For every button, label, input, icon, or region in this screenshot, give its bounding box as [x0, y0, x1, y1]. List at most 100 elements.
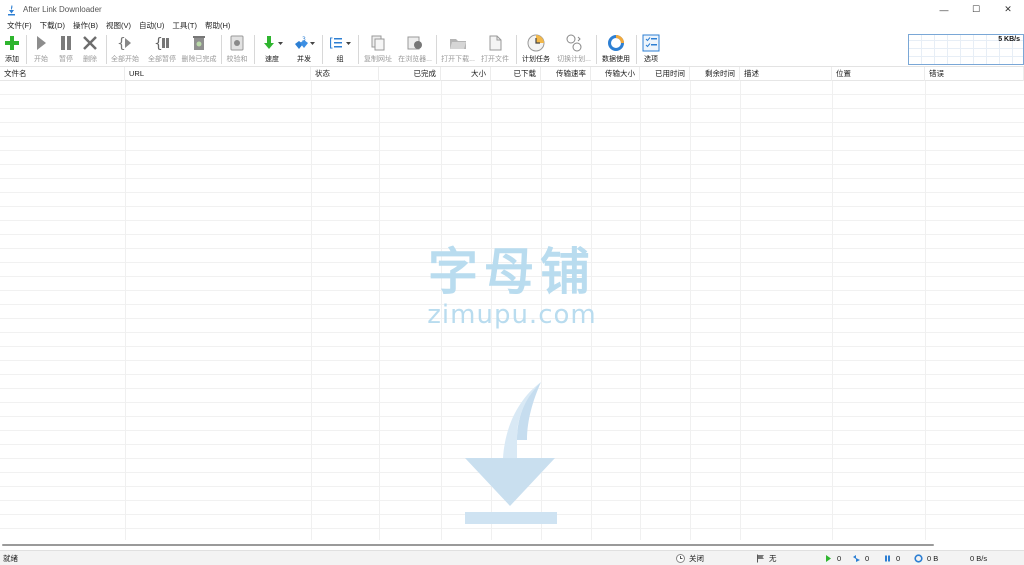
column-remaining-time[interactable]: 剩余时间: [690, 67, 740, 81]
svg-text:{: {: [117, 36, 126, 51]
switch-clock-icon: [563, 33, 585, 53]
toolbar-separator: [358, 35, 359, 64]
menu-operation[interactable]: 操作(B): [69, 20, 102, 31]
column-location[interactable]: 位置: [832, 67, 925, 81]
toolbar-separator: [322, 35, 323, 64]
toolbar-separator: [636, 35, 637, 64]
status-ready: 就绪: [3, 551, 18, 565]
data-usage-label: 数据使用: [602, 56, 630, 63]
status-data-usage: 0 B: [914, 551, 938, 565]
column-description[interactable]: 描述: [740, 67, 832, 81]
pause-all-icon: {: [151, 33, 173, 53]
status-scheduler[interactable]: 关闭: [676, 551, 704, 565]
options-checklist-icon: [640, 33, 662, 53]
scheduler-status-text: 关闭: [689, 554, 704, 563]
delete-completed-button[interactable]: 删除已完成: [180, 33, 218, 66]
grid-divider: [925, 81, 926, 540]
start-button[interactable]: 开始: [30, 33, 52, 66]
column-completed[interactable]: 已完成: [379, 67, 441, 81]
switch-schedule-label: 切换计划...: [557, 56, 591, 63]
open-file-button[interactable]: 打开文件: [479, 33, 511, 66]
download-arrow-icon: [261, 33, 283, 53]
menu-help[interactable]: 帮助(H): [201, 20, 234, 31]
switch-schedule-button[interactable]: 切换计划...: [555, 33, 593, 66]
scrollbar-thumb[interactable]: [2, 544, 934, 546]
start-all-label: 全部开始: [111, 56, 139, 63]
column-filename[interactable]: 文件名: [0, 67, 125, 81]
plus-icon: [1, 33, 23, 53]
column-elapsed-time[interactable]: 已用时间: [640, 67, 690, 81]
maximize-button[interactable]: ☐: [960, 0, 992, 19]
grid-divider: [640, 81, 641, 540]
download-list-header: 文件名 URL 状态 已完成 大小 已下载 传输速率 传输大小 已用时间 剩余时…: [0, 67, 1024, 81]
toolbar-separator: [596, 35, 597, 64]
toolbar-separator: [516, 35, 517, 64]
schedule-button[interactable]: 计划任务: [519, 33, 553, 66]
toolbar-separator: [436, 35, 437, 64]
browser-globe-icon: [404, 33, 426, 53]
recycle-bin-icon: [188, 33, 210, 53]
verify-checksum-button[interactable]: 校验和: [225, 33, 249, 66]
flag-icon: [756, 554, 765, 563]
data-ring-icon: [914, 554, 923, 563]
status-ready-text: 就绪: [3, 554, 18, 563]
paused-icon: [883, 554, 892, 563]
close-button[interactable]: ✕: [992, 0, 1024, 19]
concurrent-label: 并发: [297, 56, 311, 63]
column-size[interactable]: 大小: [441, 67, 491, 81]
delete-button[interactable]: 删除: [79, 33, 101, 66]
speed-text: 0 B/s: [970, 554, 988, 563]
grid-divider: [379, 81, 380, 540]
column-downloaded[interactable]: 已下载: [491, 67, 541, 81]
pause-icon: [55, 33, 77, 53]
speed-graph-label: 5 KB/s: [998, 36, 1020, 43]
schedule-label: 计划任务: [522, 56, 550, 63]
copy-url-button[interactable]: 复制网址: [362, 33, 394, 66]
column-error[interactable]: 错误: [925, 67, 1024, 81]
column-transfer-size[interactable]: 传输大小: [591, 67, 640, 81]
open-download-folder-button[interactable]: 打开下载...: [438, 33, 478, 66]
status-flag[interactable]: 无: [756, 551, 777, 565]
watermark-chinese: 字母铺: [428, 243, 596, 301]
watermark-domain: zimupu.com: [427, 300, 597, 330]
options-button[interactable]: 选项: [639, 33, 663, 66]
toolbar-separator: [221, 35, 222, 64]
start-all-button[interactable]: { 全部开始: [110, 33, 140, 66]
scheduler-clock-icon: [676, 554, 685, 563]
delete-completed-label: 删除已完成: [181, 56, 217, 63]
group-button[interactable]: [ 组: [326, 33, 354, 66]
clock-icon: [525, 33, 547, 53]
speed-button[interactable]: 速度: [258, 33, 286, 66]
pause-button[interactable]: 暂停: [55, 33, 77, 66]
menu-download[interactable]: 下载(D): [36, 20, 69, 31]
menu-view[interactable]: 视图(V): [102, 20, 135, 31]
add-button[interactable]: 添加: [1, 33, 23, 66]
active-count-text: 0: [837, 554, 842, 563]
start-label: 开始: [34, 56, 48, 63]
menu-auto[interactable]: 自动(U): [135, 20, 168, 31]
play-icon: [30, 33, 52, 53]
svg-text:[: [: [329, 36, 334, 50]
speed-label: 速度: [265, 56, 279, 63]
concurrent-button[interactable]: 3 并发: [290, 33, 318, 66]
horizontal-scrollbar[interactable]: [0, 540, 1024, 550]
open-file-label: 打开文件: [481, 56, 509, 63]
group-label: 组: [336, 56, 344, 63]
menu-file[interactable]: 文件(F): [3, 20, 36, 31]
toolbar-separator: [254, 35, 255, 64]
menu-tools[interactable]: 工具(T): [168, 20, 201, 31]
add-label: 添加: [5, 56, 19, 63]
copy-url-label: 复制网址: [364, 56, 392, 63]
column-url[interactable]: URL: [125, 67, 311, 81]
minimize-button[interactable]: —: [928, 0, 960, 19]
concurrent-icon: 3: [293, 33, 315, 53]
data-usage-text: 0 B: [927, 554, 939, 563]
open-in-browser-button[interactable]: 在浏览器...: [396, 33, 434, 66]
column-transfer-rate[interactable]: 传输速率: [541, 67, 591, 81]
column-status[interactable]: 状态: [311, 67, 379, 81]
grid-divider: [690, 81, 691, 540]
data-usage-button[interactable]: 数据使用: [599, 33, 633, 66]
flag-status-text: 无: [769, 554, 777, 563]
svg-text:3: 3: [302, 36, 306, 43]
pause-all-button[interactable]: { 全部暂停: [146, 33, 178, 66]
